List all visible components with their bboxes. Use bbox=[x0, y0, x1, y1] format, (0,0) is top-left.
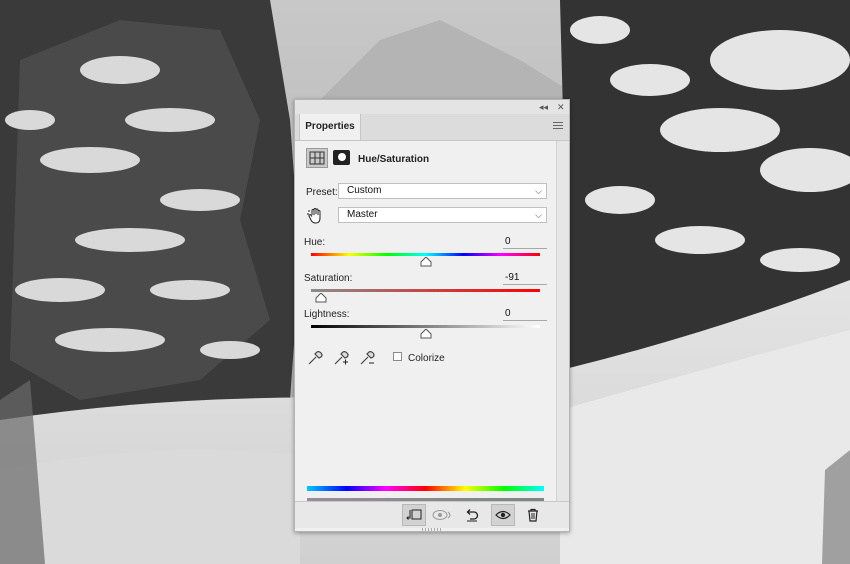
lightness-label: Lightness: bbox=[304, 309, 350, 320]
double-chevron-left-icon[interactable]: ◂◂ bbox=[539, 101, 548, 113]
eyedropper-subtract-icon[interactable] bbox=[358, 349, 376, 367]
preset-value: Custom bbox=[347, 185, 382, 196]
trash-icon[interactable] bbox=[521, 504, 545, 526]
tab-properties[interactable]: Properties bbox=[299, 114, 361, 140]
bottom-toolbar bbox=[295, 501, 569, 528]
hue-saturation-layer-icon[interactable] bbox=[306, 148, 328, 168]
resize-grip[interactable] bbox=[422, 528, 442, 531]
reset-icon[interactable] bbox=[460, 504, 484, 526]
layer-mask-icon[interactable] bbox=[333, 150, 350, 165]
chevron-down-icon: ⌵ bbox=[535, 186, 542, 196]
chevron-down-icon: ⌵ bbox=[535, 210, 542, 220]
saturation-slider-track[interactable] bbox=[311, 289, 540, 292]
hue-slider-thumb[interactable] bbox=[420, 257, 432, 267]
target-adjust-hand-icon[interactable] bbox=[307, 207, 325, 225]
hue-value-input[interactable]: 0 bbox=[503, 236, 547, 249]
colorize-label: Colorize bbox=[408, 353, 445, 364]
saturation-slider-thumb[interactable] bbox=[315, 293, 327, 303]
preset-select[interactable]: Custom ⌵ bbox=[338, 183, 547, 199]
properties-panel: ◂◂ ✕ Properties Hue/Saturation Preset: C… bbox=[294, 99, 570, 532]
clip-to-layer-icon[interactable] bbox=[402, 504, 426, 526]
channel-value: Master bbox=[347, 209, 378, 220]
saturation-value-input[interactable]: -91 bbox=[503, 272, 547, 285]
view-previous-state-icon[interactable] bbox=[431, 504, 455, 526]
panel-titlebar[interactable]: ◂◂ ✕ bbox=[295, 100, 569, 115]
hamburger-menu-icon[interactable] bbox=[553, 122, 563, 130]
colorize-checkbox[interactable] bbox=[393, 352, 402, 361]
preset-label: Preset: bbox=[306, 187, 338, 198]
saturation-label: Saturation: bbox=[304, 273, 353, 284]
visibility-eye-icon[interactable] bbox=[491, 504, 515, 526]
hue-slider-track[interactable] bbox=[311, 253, 540, 256]
hue-label: Hue: bbox=[304, 237, 326, 248]
eyedropper-add-icon[interactable] bbox=[332, 349, 350, 367]
panel-scrollbar[interactable] bbox=[556, 141, 569, 501]
channel-select[interactable]: Master ⌵ bbox=[338, 207, 547, 223]
lightness-slider-track[interactable] bbox=[311, 325, 540, 328]
close-icon[interactable]: ✕ bbox=[557, 101, 565, 113]
panel-tab-row: Properties bbox=[295, 114, 569, 141]
lightness-slider-thumb[interactable] bbox=[420, 329, 432, 339]
eyedropper-icon[interactable] bbox=[306, 349, 324, 367]
adjustment-title: Hue/Saturation bbox=[358, 154, 430, 165]
lightness-value-input[interactable]: 0 bbox=[503, 308, 547, 321]
input-color-bar bbox=[307, 486, 544, 491]
